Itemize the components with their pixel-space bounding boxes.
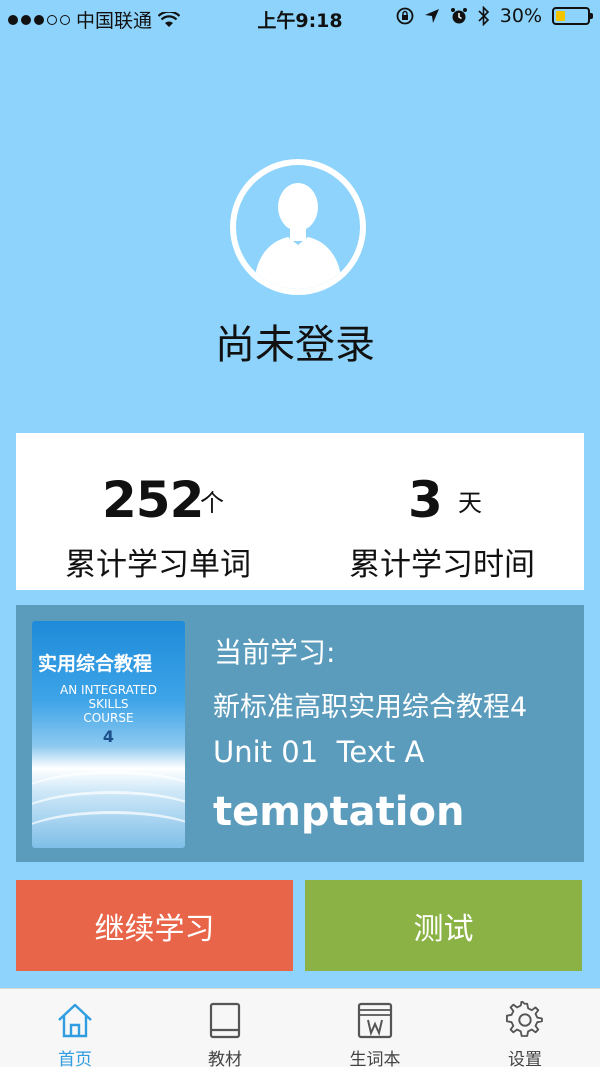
stat-days: 3 天 累计学习时间 (300, 433, 584, 590)
current-unit: Unit 01 Text A (213, 735, 425, 769)
words-label: 累计学习单词 (65, 547, 251, 583)
status-bar: 中国联通 上午9:18 30% (0, 0, 600, 36)
words-count: 252 (102, 471, 204, 529)
current-book-name: 新标准高职实用综合教程4 (213, 692, 528, 723)
tab-textbook-label: 教材 (208, 1050, 242, 1067)
tab-home-label: 首页 (58, 1050, 92, 1067)
location-icon (424, 9, 439, 23)
gear-icon (506, 1001, 543, 1037)
alarm-icon (450, 8, 467, 24)
tab-settings[interactable]: 设置 (450, 989, 600, 1067)
user-avatar-icon (236, 165, 360, 289)
bluetooth-icon (478, 6, 489, 26)
battery-percent: 30% (499, 5, 542, 27)
battery-icon (552, 7, 593, 25)
tab-bar: 首页 教材 生词本 设置 (0, 988, 600, 1067)
cover-english-title: AN INTEGRATED SKILLS COURSE (59, 683, 157, 725)
home-icon (58, 1003, 92, 1038)
days-label: 累计学习时间 (349, 547, 535, 583)
days-count: 3 (408, 471, 443, 529)
login-status-text[interactable]: 尚未登录 (0, 312, 590, 370)
stat-words: 252 个 累计学习单词 (16, 433, 300, 590)
current-word: temptation (213, 789, 465, 835)
vocabulary-icon (357, 1002, 393, 1039)
words-unit: 个 (200, 489, 224, 517)
tab-vocabulary-label: 生词本 (349, 1050, 401, 1067)
avatar[interactable] (230, 159, 366, 295)
tab-textbook[interactable]: 教材 (150, 989, 300, 1067)
days-unit: 天 (458, 489, 482, 517)
test-button[interactable]: 测试 (305, 880, 582, 971)
tab-vocabulary[interactable]: 生词本 (300, 989, 450, 1067)
cover-volume-number: 4 (102, 727, 115, 746)
tab-settings-label: 设置 (508, 1050, 542, 1067)
stats-card: 252 个 累计学习单词 3 天 累计学习时间 (16, 433, 584, 590)
status-right: 30% (396, 5, 593, 27)
cover-title: 实用综合教程 (38, 653, 153, 675)
tab-home[interactable]: 首页 (0, 989, 150, 1067)
book-icon (209, 1002, 241, 1039)
book-cover-image: 实用综合教程 AN INTEGRATED SKILLS COURSE 4 (32, 621, 185, 848)
current-study-card[interactable]: 实用综合教程 AN INTEGRATED SKILLS COURSE 4 当前学… (16, 605, 584, 862)
orientation-lock-icon (396, 7, 414, 25)
current-study-label: 当前学习: (214, 636, 336, 669)
continue-study-button[interactable]: 继续学习 (16, 880, 293, 971)
